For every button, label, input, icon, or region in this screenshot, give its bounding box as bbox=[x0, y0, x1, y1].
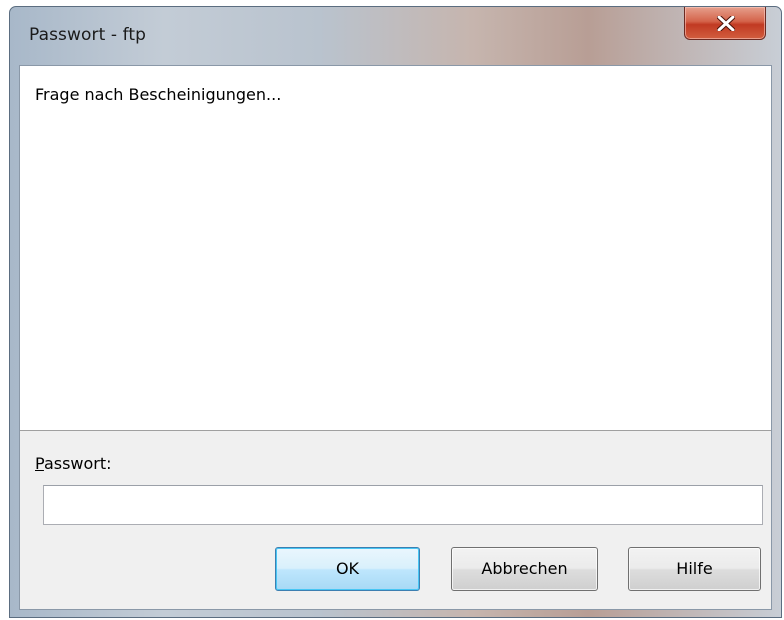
message-area: Frage nach Bescheinigungen... bbox=[20, 66, 771, 431]
title-bar[interactable]: Passwort - ftp bbox=[10, 7, 781, 65]
cancel-button[interactable]: Abbrechen bbox=[451, 547, 598, 591]
password-dialog: Passwort - ftp Frage nach Bescheinigunge… bbox=[9, 6, 782, 618]
close-icon bbox=[717, 16, 735, 31]
help-button[interactable]: Hilfe bbox=[628, 547, 761, 591]
window-title: Passwort - ftp bbox=[29, 25, 147, 45]
ok-button[interactable]: OK bbox=[275, 547, 420, 591]
message-text: Frage nach Bescheinigungen... bbox=[35, 85, 282, 104]
password-label-accelerator: P bbox=[35, 454, 44, 473]
dialog-client-area: Frage nach Bescheinigungen... Passwort: … bbox=[19, 65, 772, 610]
password-input[interactable] bbox=[43, 485, 763, 525]
password-label-text: asswort: bbox=[43, 454, 112, 473]
password-label: Passwort: bbox=[35, 454, 112, 473]
close-button[interactable] bbox=[684, 7, 766, 40]
